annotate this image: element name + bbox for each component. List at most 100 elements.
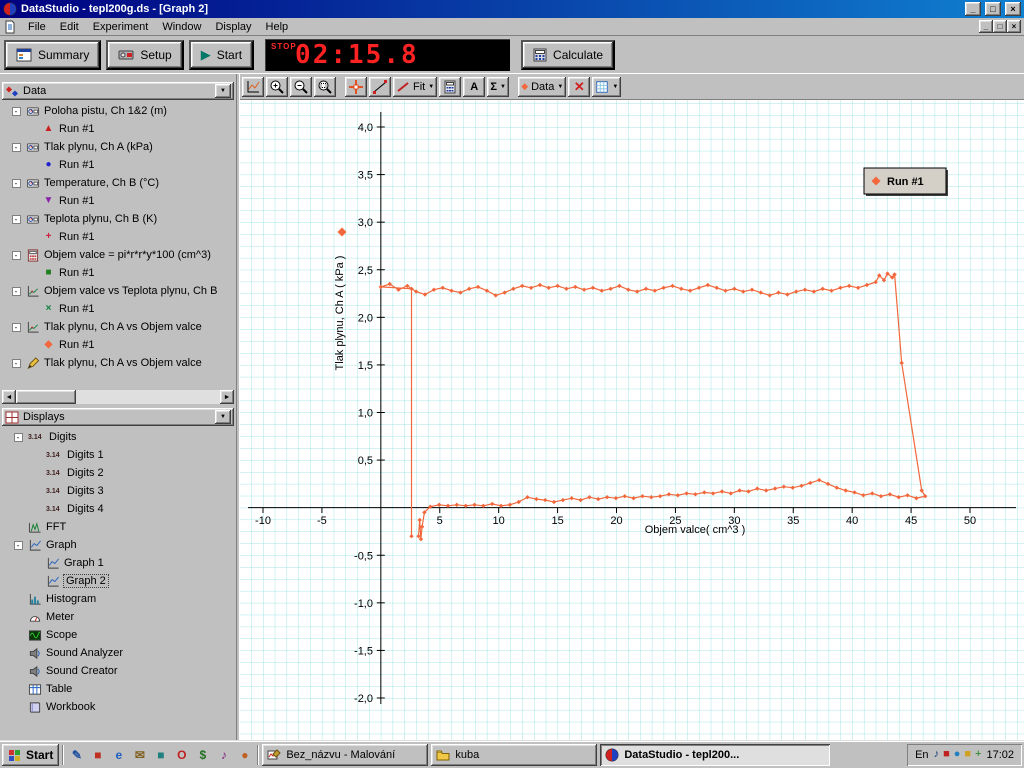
summary-button[interactable]: Summary bbox=[4, 39, 102, 70]
expand-toggle[interactable]: - bbox=[13, 432, 23, 442]
child-minimize-button[interactable]: _ bbox=[979, 20, 993, 33]
tray-yellow-icon[interactable]: ■ bbox=[964, 749, 971, 760]
expand-toggle[interactable]: - bbox=[11, 322, 21, 332]
tray-blue-icon[interactable]: ● bbox=[954, 749, 961, 760]
y-axis-label[interactable]: Tlak plynu, Ch A ( kPa ) bbox=[334, 256, 346, 371]
display-item-histogram[interactable]: Histogram bbox=[2, 590, 234, 608]
globe-icon[interactable]: ● bbox=[235, 745, 254, 764]
maximize-button[interactable]: □ bbox=[985, 2, 1001, 16]
run-item[interactable]: ▲ Run #1 bbox=[2, 120, 234, 138]
data-source-item[interactable]: - Tlak plynu, Ch A (kPa) bbox=[2, 138, 234, 156]
tray-red-icon[interactable]: ■ bbox=[943, 749, 950, 760]
display-item-digits-3[interactable]: 3.14 Digits 3 bbox=[2, 482, 234, 500]
expand-toggle[interactable]: - bbox=[11, 286, 21, 296]
run-item[interactable]: + Run #1 bbox=[2, 228, 234, 246]
annotate-button[interactable]: A bbox=[463, 76, 486, 97]
run-item[interactable]: ■ Run #1 bbox=[2, 264, 234, 282]
graph-canvas[interactable]: -10 -5 5 10 15 20 25 30 35 40 45 504,03,53,02,52,01… bbox=[240, 100, 1024, 740]
zoom-out-button[interactable] bbox=[290, 76, 312, 97]
menu-item-display[interactable]: Display bbox=[208, 19, 258, 35]
mail-icon[interactable]: ✉ bbox=[130, 745, 149, 764]
data-source-item[interactable]: - Temperature, Ch B (°C) bbox=[2, 174, 234, 192]
expand-toggle[interactable]: - bbox=[11, 106, 21, 116]
smart-tool-button[interactable] bbox=[345, 76, 367, 97]
o-app-icon[interactable]: O bbox=[172, 745, 191, 764]
data-tree-hscrollbar[interactable]: ◄ ► bbox=[2, 390, 234, 404]
tray-green-icon[interactable]: + bbox=[975, 749, 981, 760]
display-item-workbook[interactable]: Workbook bbox=[2, 698, 234, 716]
expand-toggle[interactable]: - bbox=[11, 358, 21, 368]
expand-toggle[interactable]: - bbox=[11, 178, 21, 188]
display-item-graph-2[interactable]: Graph 2 bbox=[2, 572, 234, 590]
menu-item-experiment[interactable]: Experiment bbox=[86, 19, 156, 35]
desktop-icon[interactable]: ■ bbox=[151, 745, 170, 764]
menu-item-window[interactable]: Window bbox=[155, 19, 208, 35]
data-source-item[interactable]: - Tlak plynu, Ch A vs Objem valce bbox=[2, 318, 234, 336]
display-item-scope[interactable]: Scope bbox=[2, 626, 234, 644]
child-close-button[interactable]: × bbox=[1007, 20, 1021, 33]
display-item-sound-analyzer[interactable]: Sound Analyzer bbox=[2, 644, 234, 662]
pen-icon[interactable]: ✎ bbox=[67, 745, 86, 764]
scroll-right-button[interactable]: ► bbox=[220, 390, 234, 404]
data-panel-menu-button[interactable]: ▼ bbox=[215, 84, 231, 98]
data-source-item[interactable]: - Tlak plynu, Ch A vs Objem valce bbox=[2, 354, 234, 372]
display-item-digits-1[interactable]: 3.14 Digits 1 bbox=[2, 446, 234, 464]
expand-toggle[interactable]: - bbox=[11, 250, 21, 260]
task-button[interactable]: kuba bbox=[431, 743, 598, 766]
display-item-sound-creator[interactable]: Sound Creator bbox=[2, 662, 234, 680]
scale-to-fit-button[interactable] bbox=[242, 76, 264, 97]
data-menu-button[interactable]: ◆ Data ▼ bbox=[518, 76, 567, 97]
run-item[interactable]: ● Run #1 bbox=[2, 156, 234, 174]
task-button[interactable]: DataStudio - tepl200... bbox=[600, 743, 831, 766]
display-item-digits-4[interactable]: 3.14 Digits 4 bbox=[2, 500, 234, 518]
graph-calculator-button[interactable] bbox=[439, 76, 462, 97]
ie-icon[interactable]: e bbox=[109, 745, 128, 764]
data-source-item[interactable]: - Poloha pistu, Ch 1&2 (m) bbox=[2, 102, 234, 120]
slope-tool-button[interactable] bbox=[369, 76, 391, 97]
close-button[interactable]: × bbox=[1005, 2, 1021, 16]
expand-toggle[interactable]: - bbox=[11, 214, 21, 224]
display-item-graph[interactable]: - Graph bbox=[2, 536, 234, 554]
display-item-table[interactable]: Table bbox=[2, 680, 234, 698]
zoom-select-button[interactable] bbox=[314, 76, 336, 97]
displays-panel-menu-button[interactable]: ▼ bbox=[215, 410, 231, 424]
media-icon[interactable]: ♪ bbox=[214, 745, 233, 764]
run-item[interactable]: × Run #1 bbox=[2, 300, 234, 318]
red-app-icon[interactable]: ■ bbox=[88, 745, 107, 764]
child-restore-button[interactable]: □ bbox=[993, 20, 1007, 33]
calculate-button[interactable]: Calculate bbox=[521, 39, 616, 70]
clock[interactable]: 17:02 bbox=[986, 749, 1014, 761]
zoom-in-button[interactable] bbox=[266, 76, 288, 97]
statistics-menu-button[interactable]: Σ ▼ bbox=[487, 76, 510, 97]
display-item-digits[interactable]: -3.14 Digits bbox=[2, 428, 234, 446]
run-item[interactable]: ▼ Run #1 bbox=[2, 192, 234, 210]
legend[interactable]: Run #1 bbox=[863, 167, 948, 196]
keyboard-layout-indicator[interactable]: En bbox=[915, 749, 928, 761]
data-source-item[interactable]: - Objem valce = pi*r*r*y*100 (cm^3) bbox=[2, 246, 234, 264]
volume-icon[interactable]: ♪ bbox=[934, 749, 940, 760]
display-item-fft[interactable]: FFT bbox=[2, 518, 234, 536]
display-item-meter[interactable]: Meter bbox=[2, 608, 234, 626]
run-item[interactable]: ◆ Run #1 bbox=[2, 336, 234, 354]
graph-settings-button[interactable]: ▼ bbox=[592, 76, 622, 97]
task-button[interactable]: Bez_názvu - Malování bbox=[262, 743, 429, 766]
fit-menu-button[interactable]: Fit ▼ bbox=[393, 76, 438, 97]
minimize-button[interactable]: _ bbox=[965, 2, 981, 16]
scrollbar-thumb[interactable] bbox=[16, 390, 76, 404]
start-menu-button[interactable]: Start bbox=[2, 743, 60, 766]
display-item-digits-2[interactable]: 3.14 Digits 2 bbox=[2, 464, 234, 482]
menu-item-help[interactable]: Help bbox=[259, 19, 296, 35]
setup-button[interactable]: Setup bbox=[106, 39, 184, 70]
displays-panel-header[interactable]: Displays ▼ bbox=[2, 408, 234, 426]
data-source-item[interactable]: - Teplota plynu, Ch B (K) bbox=[2, 210, 234, 228]
scrollbar-track[interactable] bbox=[16, 390, 220, 404]
data-source-item[interactable]: - Objem valce vs Teplota plynu, Ch B bbox=[2, 282, 234, 300]
x-axis-label[interactable]: Objem valce( cm^3 ) bbox=[645, 524, 746, 536]
display-item-graph-1[interactable]: Graph 1 bbox=[2, 554, 234, 572]
money-icon[interactable]: $ bbox=[193, 745, 212, 764]
expand-toggle[interactable]: - bbox=[13, 540, 23, 550]
remove-button[interactable]: ✕ bbox=[568, 76, 591, 97]
start-button[interactable]: ▶ Start bbox=[188, 39, 255, 70]
scroll-left-button[interactable]: ◄ bbox=[2, 390, 16, 404]
data-panel-header[interactable]: Data ▼ bbox=[2, 82, 234, 100]
